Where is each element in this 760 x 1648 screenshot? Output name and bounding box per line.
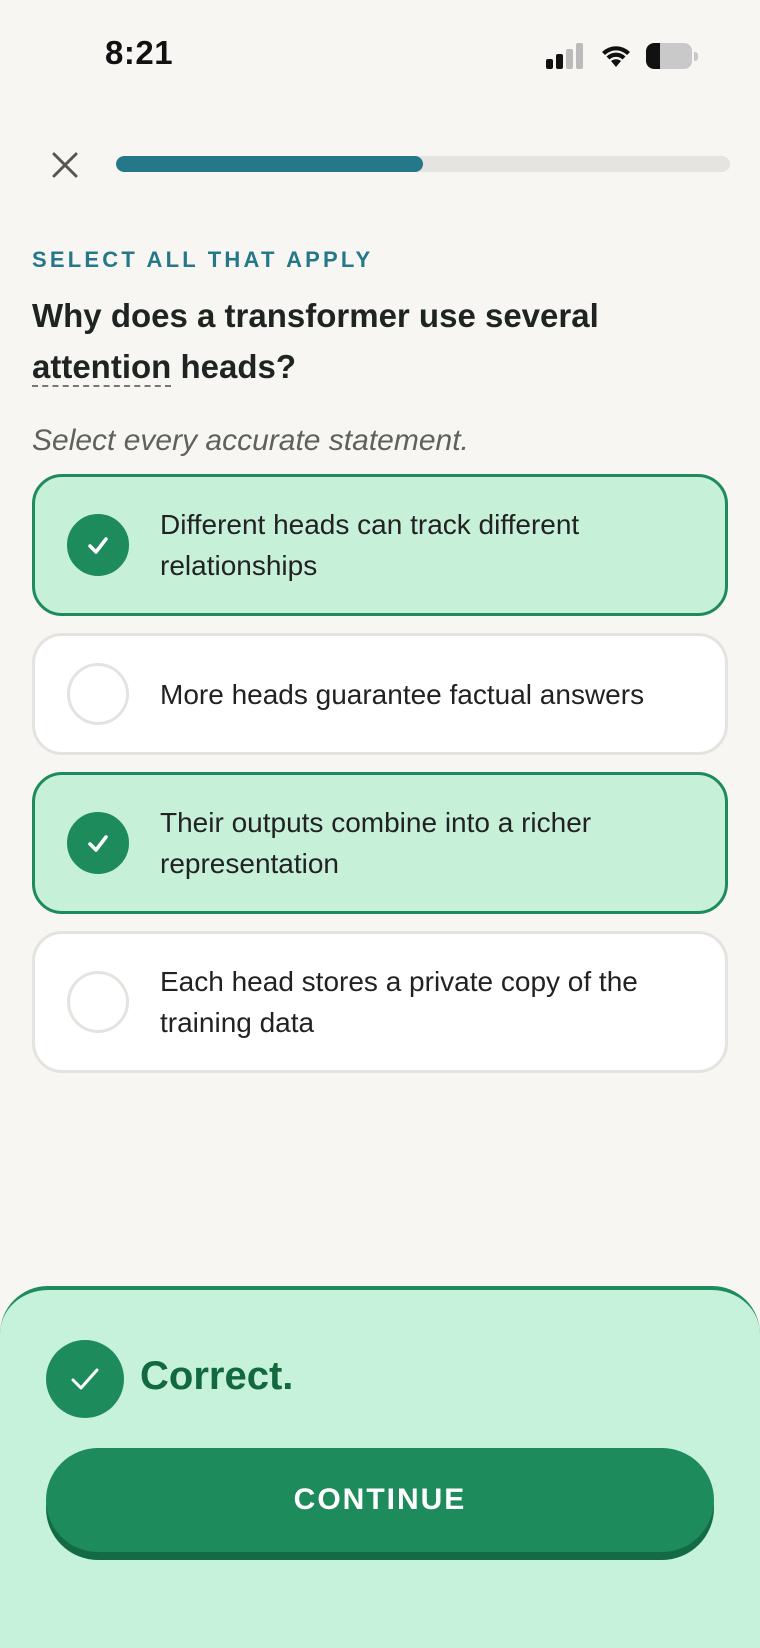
question-title-start: Why does a transformer use several <box>32 297 599 334</box>
answer-option[interactable]: More heads guarantee factual answers <box>32 633 728 755</box>
question-type-label: SELECT ALL THAT APPLY <box>32 247 374 272</box>
close-button[interactable] <box>42 142 88 188</box>
checkbox <box>67 663 129 725</box>
quiz-screen: 8:21 SELECT ALL THAT APPLY Why does a tr… <box>0 0 760 1648</box>
close-icon <box>52 152 78 178</box>
checkbox <box>67 514 129 576</box>
checkbox <box>67 812 129 874</box>
battery-icon <box>646 43 698 69</box>
result-badge <box>46 1340 124 1418</box>
check-icon <box>88 835 108 852</box>
check-icon <box>71 1368 99 1390</box>
glossary-term-link[interactable]: attention <box>32 348 172 387</box>
continue-button[interactable]: CONTINUE <box>46 1448 714 1552</box>
status-time: 8:21 <box>105 34 174 71</box>
cellular-signal-icon <box>546 43 586 69</box>
answer-option-label: Each head stores a private copy of the t… <box>160 966 638 1038</box>
answer-option-label: Their outputs combine into a richer repr… <box>160 807 592 879</box>
answer-option[interactable]: Their outputs combine into a richer repr… <box>32 772 728 914</box>
lesson-progress-bar <box>116 156 730 172</box>
answer-option-label: Different heads can track different rela… <box>160 509 580 581</box>
answer-option[interactable]: Different heads can track different rela… <box>32 474 728 616</box>
lesson-progress-fill <box>116 156 423 172</box>
wifi-icon <box>602 46 630 67</box>
question-title: Why does a transformer use several atten… <box>32 290 722 392</box>
status-icons <box>546 40 698 72</box>
question-instructions: Select every accurate statement. <box>32 424 469 457</box>
question-title-end: heads? <box>171 348 297 385</box>
feedback-sheet: Correct. CONTINUE <box>0 1286 760 1648</box>
answer-option[interactable]: Each head stores a private copy of the t… <box>32 931 728 1073</box>
result-message: Correct. <box>140 1354 294 1398</box>
check-icon <box>88 537 108 554</box>
answer-option-label: More heads guarantee factual answers <box>160 678 645 710</box>
checkbox <box>67 971 129 1033</box>
